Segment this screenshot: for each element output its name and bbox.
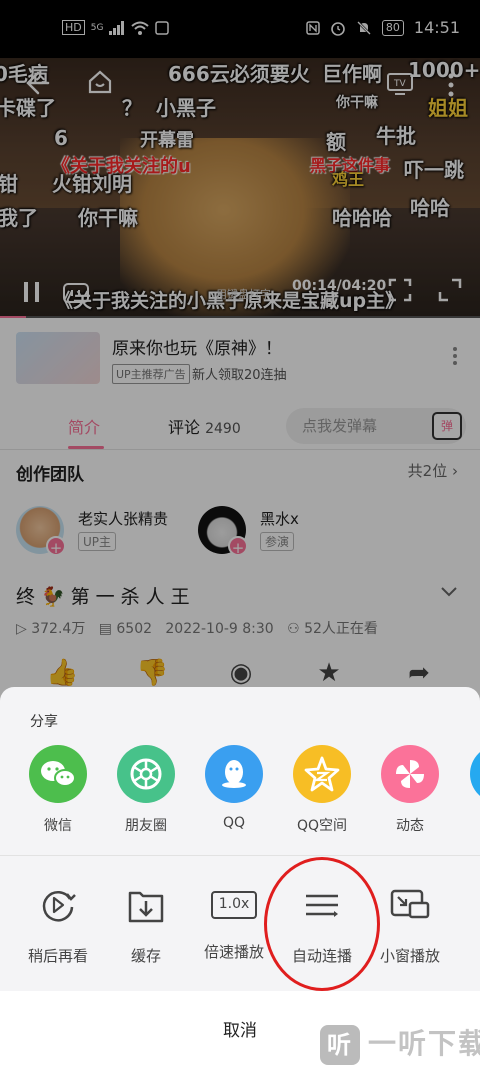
watermark-logo-icon: 听 bbox=[320, 1025, 360, 1065]
share-wechat[interactable]: 微信 bbox=[18, 745, 98, 835]
cache-label: 缓存 bbox=[130, 947, 161, 965]
watermark-text: 一听下载 bbox=[368, 1027, 480, 1060]
share-qq-label: QQ bbox=[222, 815, 246, 831]
site-watermark: 听一听下载 bbox=[320, 1022, 480, 1065]
wechat-icon bbox=[29, 745, 87, 803]
qq-icon bbox=[205, 745, 263, 803]
share-wechat-label: 微信 bbox=[44, 818, 72, 834]
share-targets-row: 微信 朋友圈 QQ QQ空间 动态 bbox=[0, 745, 480, 855]
watch-later-icon bbox=[42, 891, 76, 922]
share-dynamic[interactable]: 动态 bbox=[370, 745, 450, 835]
watch-later-label: 稍后再看 bbox=[27, 947, 88, 965]
cache-button[interactable]: 缓存 bbox=[100, 885, 192, 966]
share-moments[interactable]: 朋友圈 bbox=[106, 745, 186, 835]
share-qzone-label: QQ空间 bbox=[296, 818, 348, 834]
share-qq[interactable]: QQ bbox=[194, 745, 274, 831]
share-section-label: 分享 bbox=[30, 714, 58, 730]
share-sheet: 分享 微信 朋友圈 QQ QQ空间 动态 稍后再看 缓存 1.0x 倍速播放 自… bbox=[0, 687, 480, 1067]
highlight-circle bbox=[264, 857, 380, 991]
share-qzone[interactable]: QQ空间 bbox=[282, 745, 362, 835]
tools-row: 稍后再看 缓存 1.0x 倍速播放 自动连播 小窗播放 bbox=[0, 885, 480, 975]
share-moments-label: 朋友圈 bbox=[125, 818, 167, 834]
pip-icon bbox=[390, 889, 430, 919]
watch-later-button[interactable]: 稍后再看 bbox=[12, 885, 104, 966]
share-more-target[interactable] bbox=[470, 745, 480, 803]
moments-icon bbox=[117, 745, 175, 803]
sheet-divider bbox=[0, 855, 480, 856]
download-folder-icon bbox=[128, 891, 164, 923]
speed-icon: 1.0x bbox=[211, 891, 257, 919]
pinwheel-icon bbox=[381, 745, 439, 803]
share-dynamic-label: 动态 bbox=[396, 818, 424, 834]
pip-label: 小窗播放 bbox=[379, 947, 440, 965]
qzone-icon bbox=[293, 745, 351, 803]
